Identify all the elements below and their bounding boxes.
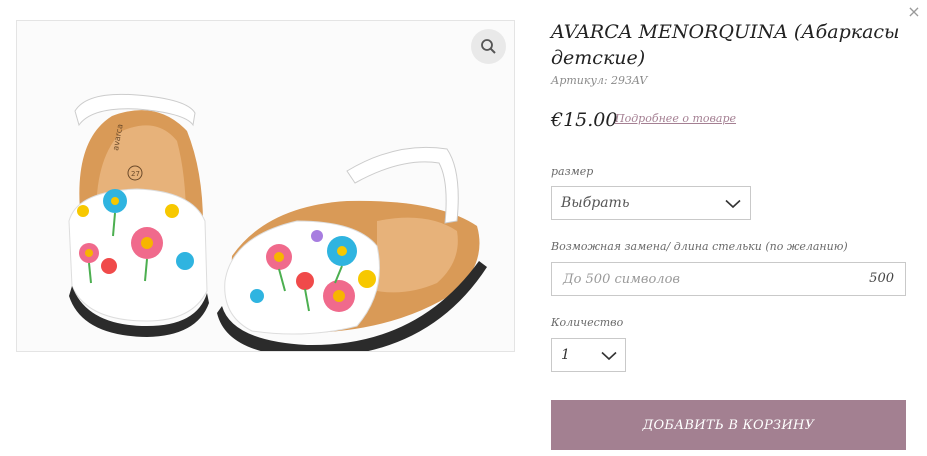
note-label: Возможная замена/ длина стельки (по жела… <box>551 240 848 253</box>
size-select[interactable]: Выбрать <box>551 186 751 220</box>
zoom-button[interactable] <box>471 29 506 64</box>
quantity-value: 1 <box>561 347 570 363</box>
product-title: AVARCA MENORQUINA (Абаркасы детские) <box>551 21 900 69</box>
product-sku: Артикул: 293AV <box>551 74 648 87</box>
quantity-select[interactable]: 1 <box>551 338 626 372</box>
product-details-link[interactable]: Подробнее о товаре <box>615 112 736 125</box>
add-to-cart-button[interactable]: ДОБАВИТЬ В КОРЗИНУ <box>551 400 906 450</box>
size-select-value: Выбрать <box>561 195 630 211</box>
product-price: €15.00 <box>551 109 618 131</box>
product-image[interactable]: avarca 27 <box>16 20 515 352</box>
search-icon <box>481 39 496 54</box>
quantity-label: Количество <box>551 316 624 329</box>
note-char-counter: 500 <box>869 271 894 286</box>
chevron-down-icon <box>725 199 741 209</box>
close-icon[interactable]: × <box>904 2 924 22</box>
note-field[interactable]: До 500 символов 500 <box>551 262 906 296</box>
chevron-down-icon <box>601 351 617 361</box>
size-stamp: 27 <box>131 170 140 178</box>
sandals-illustration: avarca 27 <box>17 21 514 351</box>
note-placeholder: До 500 символов <box>563 272 680 287</box>
size-label: размер <box>551 165 594 178</box>
